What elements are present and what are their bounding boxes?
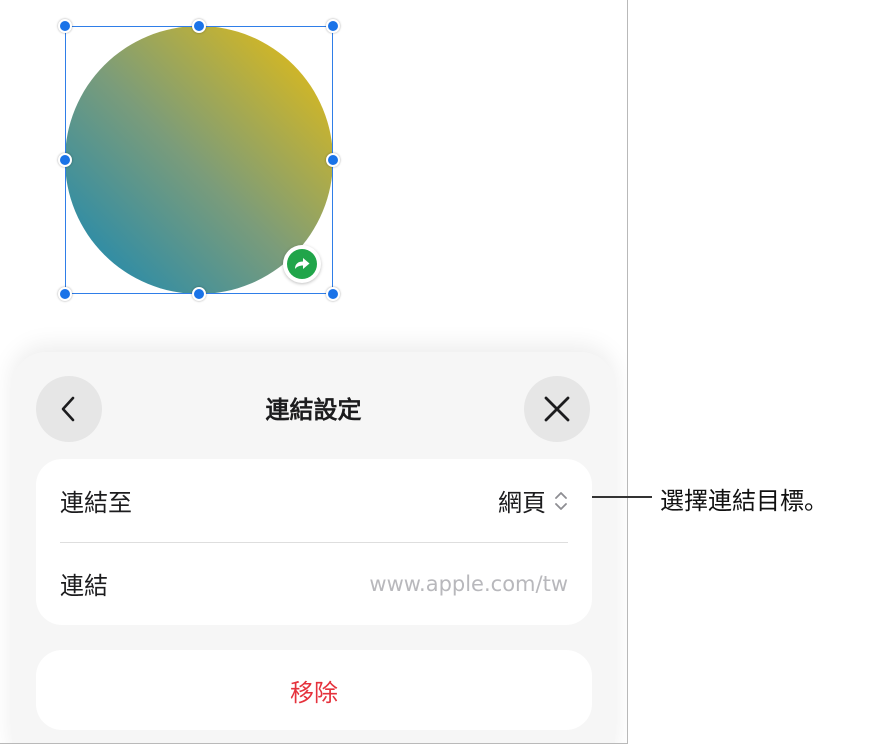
link-arrow-icon [295, 258, 310, 269]
callout-line [592, 496, 652, 498]
resize-handle-bottom-left[interactable] [58, 287, 72, 301]
remove-button[interactable]: 移除 [36, 650, 592, 730]
link-to-label: 連結至 [60, 489, 132, 517]
resize-handle-top-left[interactable] [58, 19, 72, 33]
link-settings-panel: 連結設定 連結至 網頁 連結 www.apple.com/tw 移除 [12, 352, 615, 743]
link-to-value: 網頁 [498, 489, 546, 517]
link-badge[interactable] [283, 245, 321, 283]
resize-handle-bottom[interactable] [192, 287, 206, 301]
chevron-up-down-icon [555, 491, 567, 510]
close-icon [544, 396, 570, 422]
link-label: 連結 [60, 572, 108, 600]
link-to-selector[interactable]: 網頁 [498, 483, 568, 518]
resize-handle-bottom-right[interactable] [326, 287, 340, 301]
resize-handle-top-right[interactable] [326, 19, 340, 33]
resize-handle-left[interactable] [58, 153, 72, 167]
remove-label: 移除 [290, 678, 338, 707]
link-url-field[interactable]: www.apple.com/tw [369, 572, 568, 596]
link-row[interactable]: 連結 www.apple.com/tw [36, 542, 592, 625]
resize-handle-right[interactable] [326, 153, 340, 167]
ipad-screen: 連結設定 連結至 網頁 連結 www.apple.com/tw 移除 [0, 0, 628, 744]
link-settings-group: 連結至 網頁 連結 www.apple.com/tw [36, 459, 592, 625]
link-to-row[interactable]: 連結至 網頁 [36, 459, 592, 542]
callout-text: 選擇連結目標。 [660, 487, 828, 515]
resize-handle-top[interactable] [192, 19, 206, 33]
close-button[interactable] [524, 376, 590, 442]
